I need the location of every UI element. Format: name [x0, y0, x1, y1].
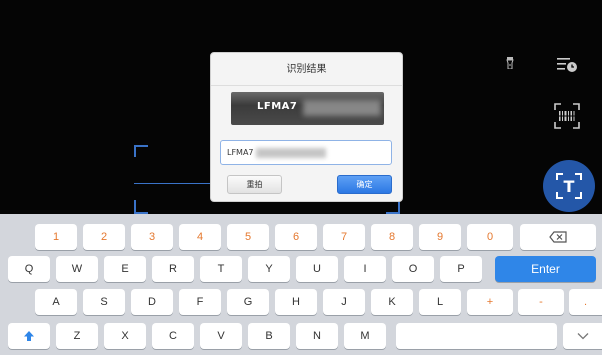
- text-recognition-button[interactable]: T: [543, 160, 595, 212]
- history-list-icon[interactable]: [554, 54, 580, 76]
- key-n[interactable]: N: [296, 323, 338, 349]
- key-dot[interactable]: .: [569, 289, 602, 315]
- key-l[interactable]: L: [419, 289, 461, 315]
- recognized-text-input[interactable]: LFMA7: [220, 140, 392, 165]
- key-r[interactable]: R: [152, 256, 194, 282]
- key-6[interactable]: 6: [275, 224, 317, 250]
- key-d[interactable]: D: [131, 289, 173, 315]
- key-b[interactable]: B: [248, 323, 290, 349]
- key-5[interactable]: 5: [227, 224, 269, 250]
- scan-frame-corner-bottom-right: [386, 200, 400, 214]
- key-y[interactable]: Y: [248, 256, 290, 282]
- key-e[interactable]: E: [104, 256, 146, 282]
- shift-arrow-icon: [24, 331, 34, 341]
- space-key[interactable]: [396, 323, 557, 349]
- key-q[interactable]: Q: [8, 256, 50, 282]
- soft-keyboard: 1 2 3 4 5 6 7 8 9 0 Q W E R T Y U I O P …: [0, 214, 602, 355]
- key-minus[interactable]: -: [518, 289, 564, 315]
- key-t[interactable]: T: [200, 256, 242, 282]
- recognized-text-value: LFMA7: [227, 148, 254, 157]
- key-f[interactable]: F: [179, 289, 221, 315]
- key-u[interactable]: U: [296, 256, 338, 282]
- key-a[interactable]: A: [35, 289, 77, 315]
- key-k[interactable]: K: [371, 289, 413, 315]
- scan-line: [134, 183, 210, 184]
- dialog-title: 识别结果: [211, 53, 402, 86]
- redacted-region: [303, 100, 381, 116]
- key-w[interactable]: W: [56, 256, 98, 282]
- key-m[interactable]: M: [344, 323, 386, 349]
- enter-key[interactable]: Enter: [495, 256, 596, 282]
- key-0[interactable]: 0: [467, 224, 513, 250]
- barcode-scan-icon[interactable]: [552, 101, 582, 131]
- key-x[interactable]: X: [104, 323, 146, 349]
- retake-button[interactable]: 重拍: [227, 175, 282, 194]
- chevron-down-icon: [577, 333, 588, 340]
- captured-image-preview: LFMA7: [231, 92, 384, 125]
- key-plus[interactable]: +: [467, 289, 513, 315]
- recognition-result-dialog: 识别结果 LFMA7 LFMA7 重拍 确定: [210, 52, 403, 202]
- key-3[interactable]: 3: [131, 224, 173, 250]
- backspace-icon: [549, 231, 567, 243]
- key-2[interactable]: 2: [83, 224, 125, 250]
- confirm-button[interactable]: 确定: [337, 175, 392, 194]
- text-recognition-icon: T: [556, 173, 582, 199]
- key-9[interactable]: 9: [419, 224, 461, 250]
- key-z[interactable]: Z: [56, 323, 98, 349]
- scan-frame-corner-bottom-left: [134, 200, 148, 214]
- key-p[interactable]: P: [440, 256, 482, 282]
- scan-frame-corner-top-left: [134, 145, 148, 157]
- backspace-key[interactable]: [520, 224, 596, 250]
- key-h[interactable]: H: [275, 289, 317, 315]
- key-g[interactable]: G: [227, 289, 269, 315]
- key-c[interactable]: C: [152, 323, 194, 349]
- key-j[interactable]: J: [323, 289, 365, 315]
- shift-key[interactable]: [8, 323, 50, 349]
- key-7[interactable]: 7: [323, 224, 365, 250]
- key-4[interactable]: 4: [179, 224, 221, 250]
- torch-icon[interactable]: [503, 56, 517, 70]
- redacted-region: [255, 147, 326, 158]
- key-i[interactable]: I: [344, 256, 386, 282]
- preview-text: LFMA7: [257, 101, 298, 112]
- svg-text:T: T: [564, 177, 575, 196]
- key-v[interactable]: V: [200, 323, 242, 349]
- key-1[interactable]: 1: [35, 224, 77, 250]
- key-s[interactable]: S: [83, 289, 125, 315]
- key-8[interactable]: 8: [371, 224, 413, 250]
- key-o[interactable]: O: [392, 256, 434, 282]
- hide-keyboard-key[interactable]: [563, 323, 602, 349]
